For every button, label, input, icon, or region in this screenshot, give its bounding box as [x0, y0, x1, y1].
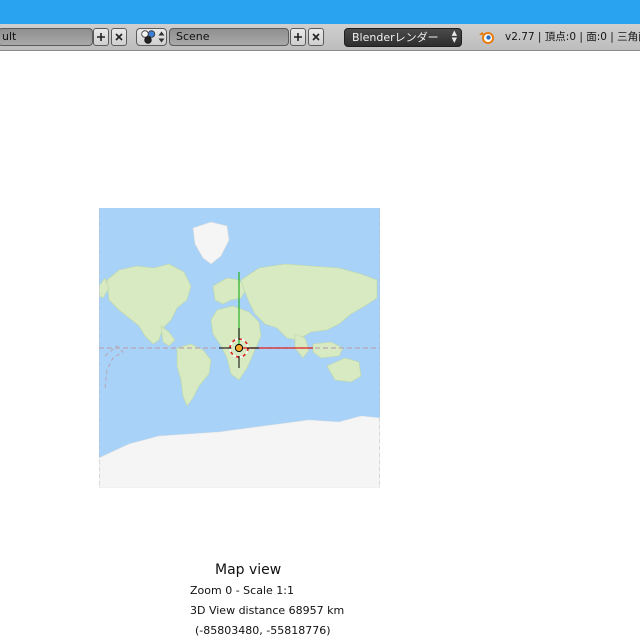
blender-logo-icon	[479, 32, 494, 44]
scene-selector-button[interactable]	[136, 28, 167, 46]
scene-name-field[interactable]: Scene	[169, 28, 289, 46]
updown-arrows-icon	[158, 31, 165, 43]
delete-scene-button[interactable]	[308, 28, 324, 46]
delete-layout-button[interactable]	[111, 28, 127, 46]
close-icon	[312, 33, 320, 41]
map-view-title: Map view	[215, 562, 282, 578]
cursor-coordinates-text: (-85803480, -55818776)	[195, 624, 331, 637]
info-header: ult Scene Blenderレンダー ▲ ▼ v2.77 | 頂点:0 | …	[0, 24, 640, 51]
zoom-scale-text: Zoom 0 - Scale 1:1	[190, 584, 294, 597]
add-scene-button[interactable]	[290, 28, 306, 46]
plus-icon	[294, 33, 302, 41]
screen-layout-field[interactable]: ult	[0, 28, 93, 46]
screen-layout-name: ult	[2, 30, 17, 43]
plus-icon	[97, 33, 105, 41]
world-map[interactable]	[99, 208, 380, 488]
scene-name: Scene	[176, 30, 210, 43]
top-strip	[0, 0, 640, 24]
updown-arrows-icon: ▲ ▼	[451, 29, 457, 44]
add-layout-button[interactable]	[93, 28, 109, 46]
scene-spheres-icon	[141, 30, 156, 44]
render-engine-label: Blenderレンダー	[352, 31, 439, 44]
close-icon	[115, 33, 123, 41]
view-distance-text: 3D View distance 68957 km	[190, 604, 345, 617]
scene-statistics: v2.77 | 頂点:0 | 面:0 | 三角面	[505, 31, 640, 43]
render-engine-dropdown[interactable]: Blenderレンダー ▲ ▼	[344, 28, 462, 47]
